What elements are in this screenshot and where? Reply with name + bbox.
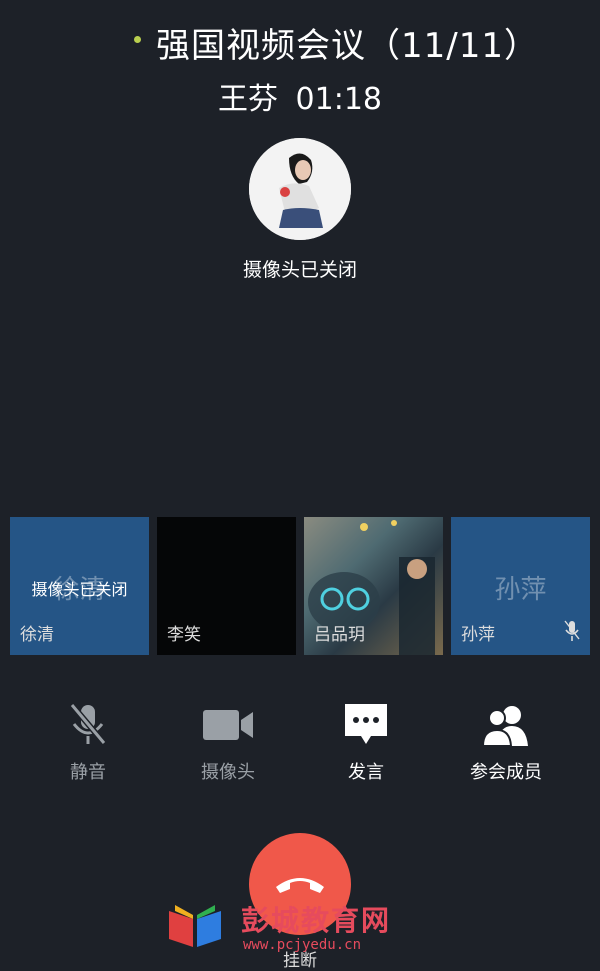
participant-tile[interactable]: 李笑 [157,517,296,655]
placeholder-name: 孙萍 [494,575,547,605]
members-button[interactable]: 参会成员 [436,700,576,784]
participant-tile[interactable]: 孙萍 孙萍 [451,517,590,655]
camera-button[interactable]: 摄像头 [158,700,298,784]
participant-tile[interactable]: 徐清 摄像头已关闭 徐清 [10,517,149,655]
mic-muted-icon [60,700,116,750]
mute-label: 静音 [70,762,106,783]
video-camera-icon [200,700,256,750]
chat-bubble-icon [338,700,394,750]
status-dot [134,36,141,43]
speaker-info: 王芬 01:18 [0,74,600,118]
members-icon [478,700,534,750]
speak-label: 发言 [348,762,384,783]
watermark-name: 彭城教育网 [241,904,392,937]
participant-tile[interactable]: 吕品玥 [304,517,443,655]
speak-button[interactable]: 发言 [296,700,436,784]
mute-button[interactable]: 静音 [18,700,158,784]
title-bar: 强国视频会议（11/11） [0,14,600,66]
call-duration: 01:18 [295,82,382,117]
participant-strip: 徐清 摄像头已关闭 徐清 李笑 吕品玥 孙萍 孙萍 [10,517,590,655]
watermark-url: www.pcjyedu.cn [243,937,362,953]
participant-name: 吕品玥 [314,625,365,645]
speaker-avatar [249,138,351,240]
camera-off-label: 摄像头已关闭 [242,259,357,281]
members-label: 参会成员 [470,762,542,783]
book-logo-icon [169,905,221,947]
call-controls: 静音 摄像头 发言 参会成员 [0,700,600,790]
participant-name: 徐清 [20,625,54,645]
speaker-name: 王芬 [217,82,278,117]
participant-name: 李笑 [167,625,201,645]
meeting-title: 强国视频会议（11/11） [156,26,539,66]
microphone-icon [564,620,580,641]
camera-label: 摄像头 [201,762,255,783]
participant-name: 孙萍 [461,625,495,645]
camera-off-label: 摄像头已关闭 [31,580,128,599]
watermark: 彭城教育网 www.pcjyedu.cn [165,893,425,963]
